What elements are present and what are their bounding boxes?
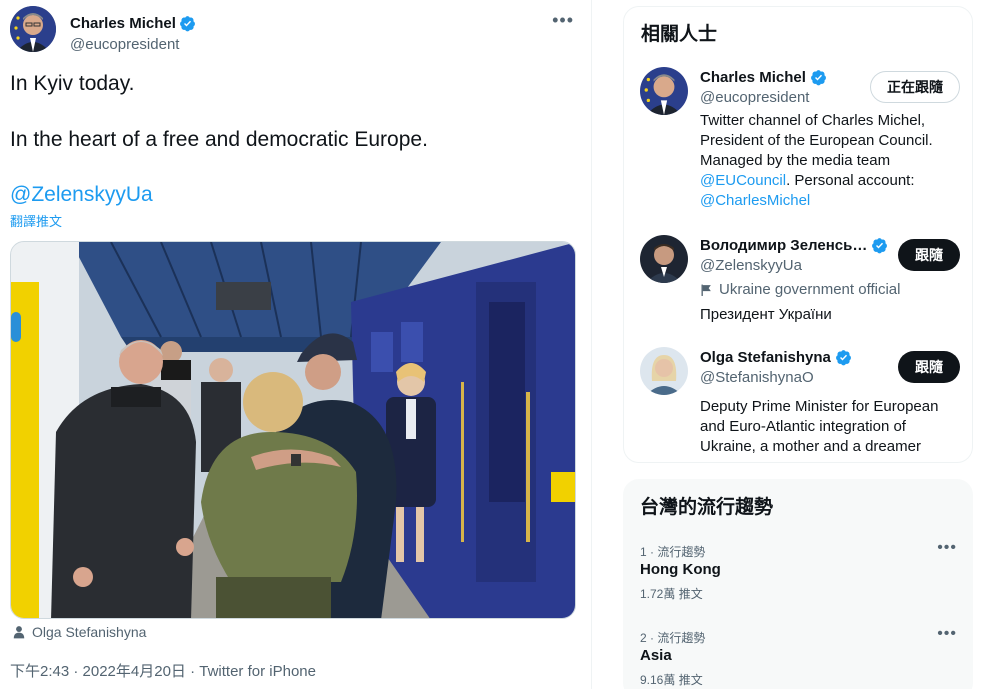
trend-meta: 1 · 流行趨勢	[640, 545, 706, 559]
verified-badge-icon	[179, 16, 195, 32]
more-options-icon[interactable]: •••	[937, 539, 957, 557]
tweet-photo[interactable]	[10, 241, 576, 619]
person-name-text: Olga Stefanishyna	[700, 349, 831, 366]
person-card[interactable]: Володимир Зеленсь… @ZelenskyyUa 跟隨 Ukrai…	[640, 235, 960, 330]
tagged-person[interactable]: Olga Stefanishyna	[12, 624, 146, 640]
relevant-people-panel: 相關人士 Charles Michel @eucopresident 正在跟隨 …	[623, 6, 973, 463]
mention-link[interactable]: @ZelenskyyUa	[10, 181, 153, 209]
more-options-icon[interactable]: •••	[552, 10, 574, 31]
tweet-timestamp-source[interactable]: 下午2:43 · 2022年4月20日 · Twitter for iPhone	[10, 660, 316, 681]
flag-icon	[701, 284, 711, 296]
person-avatar[interactable]	[640, 67, 688, 115]
more-options-icon[interactable]: •••	[937, 625, 957, 643]
person-name[interactable]: Володимир Зеленсь…	[700, 237, 888, 254]
trend-count: 9.16萬 推文	[640, 673, 703, 687]
person-bio: Deputy Prime Minister for European and E…	[700, 398, 939, 455]
follow-button[interactable]: 跟隨	[898, 351, 960, 383]
trend-name: Hong Kong	[640, 561, 721, 578]
person-avatar[interactable]	[640, 347, 688, 395]
tagged-person-name: Olga Stefanishyna	[32, 624, 147, 640]
bio-text: . Personal account:	[786, 172, 915, 189]
charlesmichel-link[interactable]: @CharlesMichel	[700, 192, 810, 209]
person-handle[interactable]: @ZelenskyyUa	[700, 257, 802, 274]
government-label-text: Ukraine government official	[719, 281, 901, 298]
trend-item[interactable]: 2 · 流行趨勢 Asia 9.16萬 推文 •••	[623, 625, 973, 689]
person-bio: Президент України	[700, 306, 832, 323]
person-card[interactable]: Charles Michel @eucopresident 正在跟隨 Twitt…	[640, 67, 960, 217]
person-handle[interactable]: @eucopresident	[700, 89, 809, 106]
author-handle[interactable]: @eucopresident	[70, 36, 179, 53]
government-label: Ukraine government official	[700, 281, 900, 298]
trend-name: Asia	[640, 647, 672, 664]
tweet-text-line-1: In Kyiv today.	[10, 72, 135, 95]
person-name[interactable]: Olga Stefanishyna	[700, 349, 852, 366]
following-button[interactable]: 正在跟隨	[870, 71, 960, 103]
trend-count: 1.72萬 推文	[640, 587, 703, 601]
trends-panel: 台灣的流行趨勢 1 · 流行趨勢 Hong Kong 1.72萬 推文 ••• …	[623, 479, 973, 689]
person-handle[interactable]: @StefanishynaO	[700, 369, 814, 386]
author-name[interactable]: Charles Michel	[70, 15, 196, 32]
eucouncil-link[interactable]: @EUCouncil	[700, 172, 786, 189]
author-name-text: Charles Michel	[70, 15, 176, 32]
follow-button[interactable]: 跟隨	[898, 239, 960, 271]
translate-tweet-link[interactable]: 翻譯推文	[10, 211, 62, 230]
verified-badge-icon	[810, 70, 826, 86]
photo-illustration	[11, 242, 575, 618]
relevant-people-title: 相關人士	[641, 24, 718, 45]
bio-text: Twitter channel of Charles Michel, Presi…	[700, 112, 933, 169]
person-name[interactable]: Charles Michel	[700, 69, 827, 86]
person-card[interactable]: Olga Stefanishyna @StefanishynaO 跟隨 Depu…	[640, 347, 960, 455]
author-avatar[interactable]	[10, 6, 56, 52]
person-name-text: Володимир Зеленсь…	[700, 237, 868, 254]
person-avatar[interactable]	[640, 235, 688, 283]
person-icon	[13, 626, 25, 639]
person-bio: Twitter channel of Charles Michel, Presi…	[700, 111, 950, 211]
verified-badge-icon	[872, 238, 888, 254]
tweet-header: Charles Michel @eucopresident •••	[10, 6, 580, 54]
trends-title: 台灣的流行趨勢	[640, 497, 774, 518]
tweet-text-line-2: In the heart of a free and democratic Eu…	[10, 128, 428, 151]
trend-item[interactable]: 1 · 流行趨勢 Hong Kong 1.72萬 推文 •••	[623, 539, 973, 627]
trend-meta: 2 · 流行趨勢	[640, 631, 706, 645]
tweet-detail: Charles Michel @eucopresident ••• In Kyi…	[0, 0, 592, 689]
person-name-text: Charles Michel	[700, 69, 806, 86]
verified-badge-icon	[835, 350, 851, 366]
